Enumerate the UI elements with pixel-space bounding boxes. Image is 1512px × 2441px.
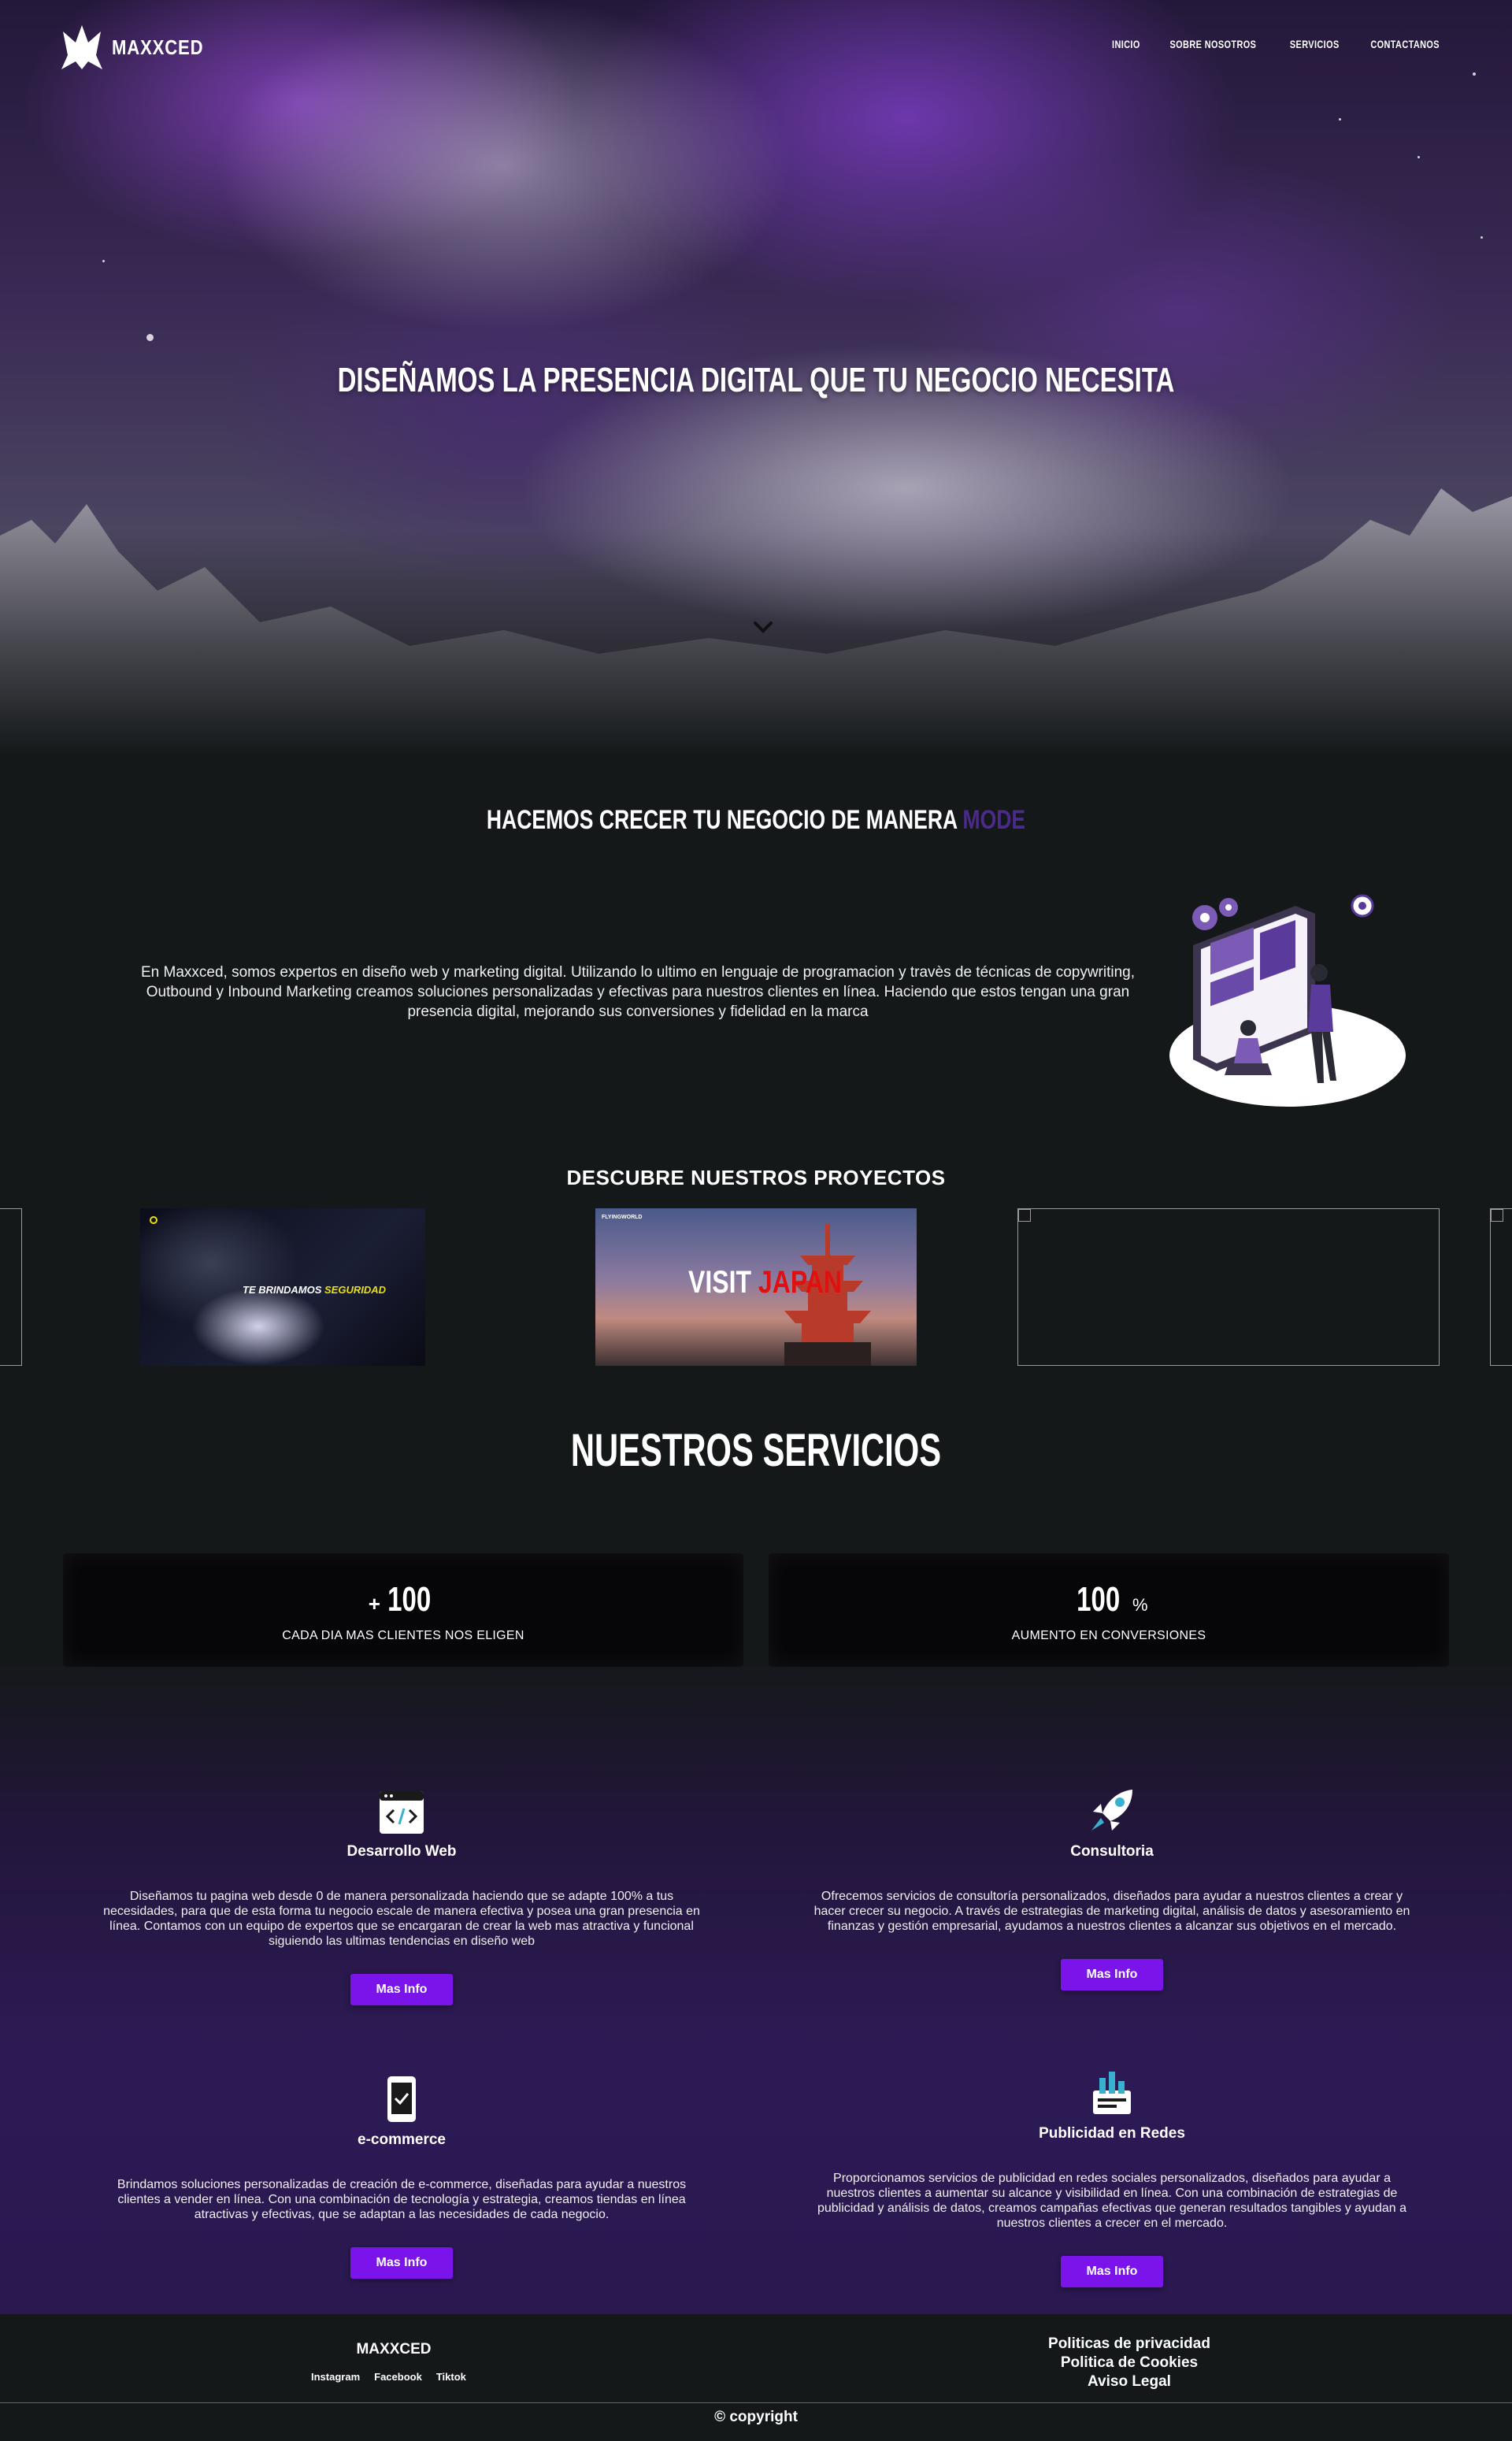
stat-label: CADA DIA MAS CLIENTES NOS ELIGEN <box>282 1629 524 1642</box>
project-logo <box>150 1216 158 1224</box>
service-title: Consultoria <box>1070 1843 1154 1860</box>
star-decoration <box>146 334 154 341</box>
web-development-illustration <box>1169 894 1406 1107</box>
project-headline: TE BRINDAMOS SEGURIDAD <box>243 1284 386 1296</box>
star-decoration <box>1339 118 1341 121</box>
project-headline-part: VISIT <box>688 1265 758 1300</box>
mas-info-button[interactable]: Mas Info <box>350 2247 453 2279</box>
service-card-publicidad: Publicidad en Redes Proporcionamos servi… <box>797 2067 1427 2287</box>
service-text: Diseñamos tu pagina web desde 0 de maner… <box>103 1890 700 1948</box>
stat-card-clients: +100 CADA DIA MAS CLIENTES NOS ELIGEN <box>63 1553 743 1667</box>
stat-prefix: + <box>368 1592 380 1616</box>
service-title: Desarrollo Web <box>346 1843 457 1860</box>
project-card-empty[interactable] <box>1017 1208 1440 1366</box>
stat-value: 100 <box>387 1580 432 1619</box>
grow-text: En Maxxced, somos expertos en diseño web… <box>140 964 1136 1020</box>
privacy-policy-link[interactable]: Politicas de privacidad <box>1011 2335 1247 2354</box>
smartphone-check-icon <box>387 2076 416 2122</box>
social-instagram-link[interactable]: Instagram <box>311 2371 360 2383</box>
star-decoration <box>1473 72 1476 76</box>
stat-suffix: % <box>1127 1595 1148 1615</box>
service-text: Ofrecemos servicios de consultoría perso… <box>813 1890 1410 1933</box>
service-title: e-commerce <box>358 2131 446 2148</box>
service-card-web: Desarrollo Web Diseñamos tu pagina web d… <box>87 1790 717 2005</box>
nav-contactanos[interactable]: CONTACTANOS <box>1370 38 1440 50</box>
project-headline-accent: JAPAN <box>758 1265 843 1300</box>
stat-number: +100 <box>63 1580 743 1619</box>
grow-title-accent: MODE <box>962 805 1026 835</box>
mountains-decoration <box>0 488 1512 756</box>
chevron-down-icon[interactable] <box>752 616 774 638</box>
hero-title: DISEÑAMOS LA PRESENCIA DIGITAL QUE TU NE… <box>337 361 1175 399</box>
image-placeholder-icon <box>1491 1209 1503 1222</box>
project-card-security[interactable]: TE BRINDAMOS SEGURIDAD <box>140 1208 425 1366</box>
projects-title: DESCUBRE NUESTROS PROYECTOS <box>566 1166 946 1189</box>
service-title: Publicidad en Redes <box>1039 2125 1185 2142</box>
stat-value: 100 <box>1077 1580 1121 1619</box>
service-text: Proporcionamos servicios de publicidad e… <box>817 2172 1406 2230</box>
code-window-icon <box>380 1791 424 1834</box>
service-card-consultoria: Consultoria Ofrecemos servicios de consu… <box>797 1786 1427 1990</box>
footer-divider <box>0 2402 1512 2403</box>
project-headline-part: TE BRINDAMOS <box>243 1284 324 1296</box>
footer: MAXXCED Instagram Facebook Tiktok Politi… <box>0 2314 1512 2441</box>
brand-name: MAXXCED <box>112 35 204 59</box>
grow-title-main: HACEMOS CRECER TU NEGOCIO DE MANERA <box>486 805 963 835</box>
rocket-icon <box>1091 1790 1132 1831</box>
project-card-japan[interactable]: FLYINGWORLD VISIT JAPAN <box>595 1208 917 1366</box>
nav-inicio[interactable]: INICIO <box>1112 38 1140 50</box>
legal-notice-link[interactable]: Aviso Legal <box>1011 2372 1247 2391</box>
stat-card-conversions: 100 % AUMENTO EN CONVERSIONES <box>769 1553 1449 1667</box>
footer-social-links: Instagram Facebook Tiktok <box>311 2371 466 2383</box>
social-tiktok-link[interactable]: Tiktok <box>436 2371 466 2383</box>
image-placeholder-icon <box>1018 1209 1031 1222</box>
nav-sobre-nosotros[interactable]: SOBRE NOSOTROS <box>1170 38 1257 50</box>
brand-logo[interactable]: MAXXCED <box>61 24 220 71</box>
logo-mark <box>61 25 102 69</box>
stat-label: AUMENTO EN CONVERSIONES <box>1011 1629 1206 1642</box>
services-title: NUESTROS SERVICIOS <box>570 1425 942 1476</box>
main-nav: INICIO SOBRE NOSOTROS SERVICIOS CONTACTA… <box>1108 38 1449 50</box>
copyright: © copyright <box>714 2409 798 2425</box>
grow-title: HACEMOS CRECER TU NEGOCIO DE MANERA MODE <box>166 805 1346 836</box>
project-brand: FLYINGWORLD <box>602 1215 643 1220</box>
stat-number: 100 % <box>769 1580 1449 1619</box>
service-text: Brindamos soluciones personalizadas de c… <box>117 2178 687 2221</box>
mas-info-button[interactable]: Mas Info <box>1061 1959 1163 1990</box>
project-slide-next[interactable] <box>1490 1208 1512 1366</box>
nav-servicios[interactable]: SERVICIOS <box>1290 38 1340 50</box>
footer-legal-links: Politicas de privacidad Politica de Cook… <box>1011 2335 1247 2391</box>
footer-brand: MAXXCED <box>356 2341 432 2358</box>
star-decoration <box>1418 156 1420 158</box>
project-slide-prev[interactable] <box>0 1208 22 1366</box>
service-card-ecommerce: e-commerce Brindamos soluciones personal… <box>87 2075 717 2279</box>
social-facebook-link[interactable]: Facebook <box>374 2371 422 2383</box>
cookie-policy-link[interactable]: Politica de Cookies <box>1011 2354 1247 2372</box>
mas-info-button[interactable]: Mas Info <box>1061 2256 1163 2287</box>
hero-section: MAXXCED INICIO SOBRE NOSOTROS SERVICIOS … <box>0 0 1512 756</box>
megaphone-chart-icon <box>1093 2072 1131 2114</box>
star-decoration <box>102 260 105 262</box>
star-decoration <box>1480 236 1483 239</box>
project-headline: VISIT JAPAN <box>688 1265 842 1300</box>
project-headline-accent: SEGURIDAD <box>324 1284 387 1296</box>
mas-info-button[interactable]: Mas Info <box>350 1974 453 2005</box>
